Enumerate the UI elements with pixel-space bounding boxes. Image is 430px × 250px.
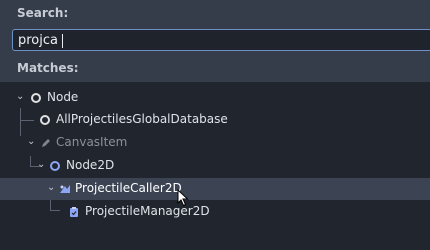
- tree-item-node2d[interactable]: ⌄ Node2D: [0, 155, 430, 177]
- search-label: Search:: [17, 6, 69, 20]
- tree-item-projectilemanager2d[interactable]: ProjectileManager2D: [0, 201, 430, 223]
- search-field[interactable]: [12, 29, 430, 51]
- tree-item-canvasitem[interactable]: ⌄ CanvasItem: [0, 132, 430, 154]
- tree-item-label: Node: [47, 90, 79, 104]
- tree-item-label: ProjectileCaller2D: [75, 181, 182, 195]
- tree-item-label: CanvasItem: [56, 135, 128, 149]
- circle-icon: [40, 115, 50, 125]
- collapse-arrow-icon[interactable]: ⌄: [27, 136, 35, 147]
- search-input[interactable]: [13, 30, 430, 50]
- tree-item-allprojectilesglobaldatabase[interactable]: AllProjectilesGlobalDatabase: [0, 109, 430, 131]
- tree-item-label: ProjectileManager2D: [85, 204, 210, 218]
- clipboard-icon: [70, 207, 78, 217]
- pencil-icon: [42, 139, 50, 147]
- mouse-cursor-icon: [177, 189, 189, 207]
- collapse-arrow-icon[interactable]: ⌄: [16, 91, 24, 102]
- circle-icon: [50, 161, 60, 171]
- node2d-script-icon: [60, 185, 70, 193]
- tree-item-projectilecaller2d[interactable]: ⌄ ProjectileCaller2D: [0, 178, 430, 200]
- matches-label: Matches:: [17, 61, 79, 75]
- collapse-arrow-icon[interactable]: ⌄: [47, 182, 55, 193]
- circle-icon: [31, 93, 41, 103]
- tree-item-node[interactable]: ⌄ Node: [0, 87, 430, 109]
- tree-item-label: AllProjectilesGlobalDatabase: [56, 112, 228, 126]
- collapse-arrow-icon[interactable]: ⌄: [37, 159, 45, 170]
- tree-item-label: Node2D: [66, 158, 115, 172]
- matches-tree[interactable]: ⌄ Node AllProjectilesGlobalDatabase ⌄ Ca…: [0, 82, 430, 250]
- text-caret: [62, 34, 63, 48]
